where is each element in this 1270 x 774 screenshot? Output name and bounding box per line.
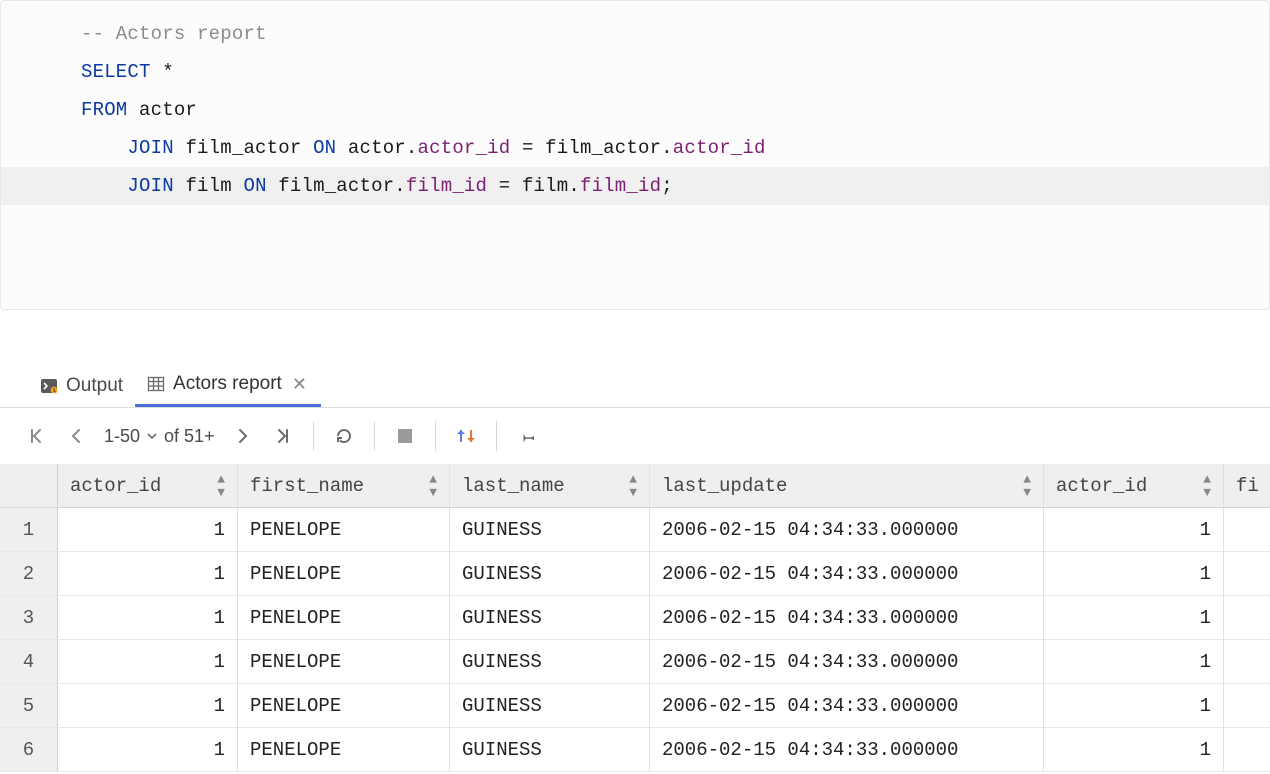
cell-actor-id[interactable]: 1 — [58, 552, 238, 596]
result-tabs: Output Actors report ✕ — [0, 364, 1270, 408]
table-row[interactable]: 3 1 PENELOPE GUINESS 2006-02-15 04:34:33… — [0, 596, 1270, 640]
cell-actor-id-2[interactable]: 1 — [1044, 552, 1224, 596]
first-page-button[interactable] — [18, 418, 54, 454]
cell-last-update[interactable]: 2006-02-15 04:34:33.000000 — [650, 640, 1044, 684]
result-grid: actor_id▲▼ first_name▲▼ last_name▲▼ last… — [0, 464, 1270, 772]
row-number[interactable]: 3 — [0, 596, 58, 640]
refresh-button[interactable] — [326, 418, 362, 454]
col-header-film-id[interactable]: fi — [1224, 464, 1270, 508]
row-number[interactable]: 4 — [0, 640, 58, 684]
pin-button[interactable] — [509, 418, 545, 454]
pane-divider[interactable] — [0, 310, 1270, 364]
compare-button[interactable] — [448, 418, 484, 454]
cell-actor-id[interactable]: 1 — [58, 508, 238, 552]
col-header-first-name[interactable]: first_name▲▼ — [238, 464, 450, 508]
chevron-down-icon — [146, 430, 158, 442]
row-number-header[interactable] — [0, 464, 58, 508]
cell-first-name[interactable]: PENELOPE — [238, 728, 450, 772]
cell-last-name[interactable]: GUINESS — [450, 640, 650, 684]
sort-icon: ▲▼ — [1023, 473, 1031, 499]
table-row[interactable]: 6 1 PENELOPE GUINESS 2006-02-15 04:34:33… — [0, 728, 1270, 772]
cell-first-name[interactable]: PENELOPE — [238, 640, 450, 684]
sort-icon: ▲▼ — [429, 473, 437, 499]
sql-comment: -- Actors report — [81, 23, 267, 45]
cell-actor-id[interactable]: 1 — [58, 640, 238, 684]
cell-last-name[interactable]: GUINESS — [450, 728, 650, 772]
cell-first-name[interactable]: PENELOPE — [238, 508, 450, 552]
tab-output[interactable]: Output — [28, 364, 135, 407]
separator — [374, 421, 375, 451]
separator — [313, 421, 314, 451]
sort-icon: ▲▼ — [217, 473, 225, 499]
row-number[interactable]: 1 — [0, 508, 58, 552]
cell-last-update[interactable]: 2006-02-15 04:34:33.000000 — [650, 728, 1044, 772]
cell-film-id[interactable] — [1224, 552, 1270, 596]
cell-actor-id-2[interactable]: 1 — [1044, 684, 1224, 728]
row-number[interactable]: 6 — [0, 728, 58, 772]
col-header-actor-id-2[interactable]: actor_id▲▼ — [1044, 464, 1224, 508]
tab-result[interactable]: Actors report ✕ — [135, 364, 321, 407]
cell-last-name[interactable]: GUINESS — [450, 684, 650, 728]
cell-actor-id-2[interactable]: 1 — [1044, 596, 1224, 640]
cell-first-name[interactable]: PENELOPE — [238, 684, 450, 728]
grid-header-row: actor_id▲▼ first_name▲▼ last_name▲▼ last… — [0, 464, 1270, 508]
col-header-last-name[interactable]: last_name▲▼ — [450, 464, 650, 508]
separator — [435, 421, 436, 451]
console-icon — [40, 377, 58, 395]
col-header-actor-id[interactable]: actor_id▲▼ — [58, 464, 238, 508]
kw-from: FROM — [81, 99, 127, 121]
page-range[interactable]: 1-50 of 51+ — [98, 426, 221, 447]
result-toolbar: 1-50 of 51+ — [0, 408, 1270, 464]
table-row[interactable]: 4 1 PENELOPE GUINESS 2006-02-15 04:34:33… — [0, 640, 1270, 684]
cell-last-update[interactable]: 2006-02-15 04:34:33.000000 — [650, 508, 1044, 552]
separator — [496, 421, 497, 451]
close-icon[interactable]: ✕ — [290, 374, 309, 395]
row-number[interactable]: 5 — [0, 684, 58, 728]
tab-result-label: Actors report — [173, 373, 282, 395]
kw-select: SELECT — [81, 61, 151, 83]
last-page-button[interactable] — [265, 418, 301, 454]
next-page-button[interactable] — [225, 418, 261, 454]
tab-output-label: Output — [66, 375, 123, 397]
cell-actor-id[interactable]: 1 — [58, 728, 238, 772]
cell-last-update[interactable]: 2006-02-15 04:34:33.000000 — [650, 552, 1044, 596]
cell-actor-id[interactable]: 1 — [58, 596, 238, 640]
cell-film-id[interactable] — [1224, 596, 1270, 640]
stop-button[interactable] — [387, 418, 423, 454]
cell-actor-id[interactable]: 1 — [58, 684, 238, 728]
table-row[interactable]: 1 1 PENELOPE GUINESS 2006-02-15 04:34:33… — [0, 508, 1270, 552]
stop-icon — [398, 429, 412, 443]
table-row[interactable]: 5 1 PENELOPE GUINESS 2006-02-15 04:34:33… — [0, 684, 1270, 728]
cell-film-id[interactable] — [1224, 728, 1270, 772]
prev-page-button[interactable] — [58, 418, 94, 454]
cell-film-id[interactable] — [1224, 684, 1270, 728]
cell-actor-id-2[interactable]: 1 — [1044, 508, 1224, 552]
col-header-last-update[interactable]: last_update▲▼ — [650, 464, 1044, 508]
cell-last-name[interactable]: GUINESS — [450, 596, 650, 640]
cell-last-update[interactable]: 2006-02-15 04:34:33.000000 — [650, 596, 1044, 640]
kw-join: JOIN — [127, 175, 173, 197]
cell-last-update[interactable]: 2006-02-15 04:34:33.000000 — [650, 684, 1044, 728]
cell-last-name[interactable]: GUINESS — [450, 508, 650, 552]
sql-editor[interactable]: -- Actors report SELECT * FROM actor JOI… — [0, 0, 1270, 310]
row-number[interactable]: 2 — [0, 552, 58, 596]
cell-first-name[interactable]: PENELOPE — [238, 596, 450, 640]
table-icon — [147, 375, 165, 393]
cell-actor-id-2[interactable]: 1 — [1044, 640, 1224, 684]
cell-film-id[interactable] — [1224, 640, 1270, 684]
kw-join: JOIN — [127, 137, 173, 159]
cell-film-id[interactable] — [1224, 508, 1270, 552]
cell-first-name[interactable]: PENELOPE — [238, 552, 450, 596]
table-row[interactable]: 2 1 PENELOPE GUINESS 2006-02-15 04:34:33… — [0, 552, 1270, 596]
cell-last-name[interactable]: GUINESS — [450, 552, 650, 596]
sort-icon: ▲▼ — [1203, 473, 1211, 499]
sort-icon: ▲▼ — [629, 473, 637, 499]
cell-actor-id-2[interactable]: 1 — [1044, 728, 1224, 772]
